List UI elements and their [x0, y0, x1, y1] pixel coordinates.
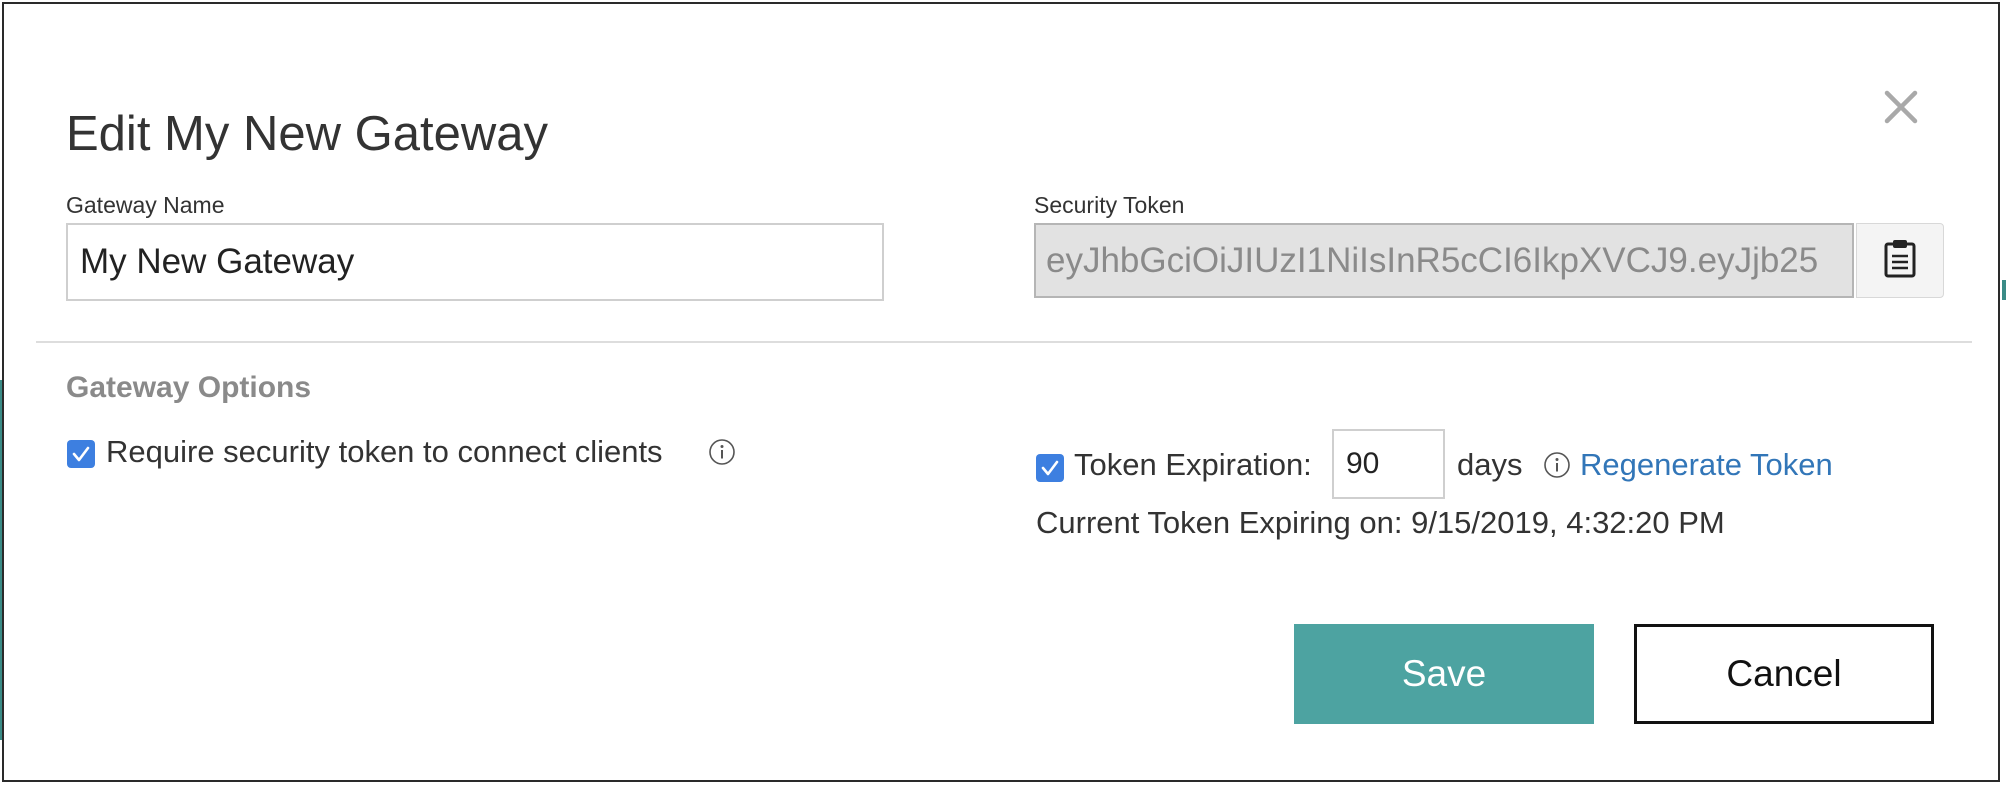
copy-token-button[interactable]: [1856, 223, 1944, 298]
close-icon: [1878, 90, 1924, 134]
info-icon[interactable]: [708, 438, 736, 466]
gateway-name-label: Gateway Name: [66, 192, 225, 218]
edit-gateway-dialog: Edit My New Gateway Gateway Name Securit…: [2, 2, 2000, 782]
dialog-title: Edit My New Gateway: [66, 107, 548, 161]
security-token-input[interactable]: [1034, 223, 1854, 298]
clipboard-icon: [1883, 238, 1917, 283]
token-expiration-label: Token Expiration:: [1074, 447, 1312, 482]
close-button[interactable]: [1878, 84, 1924, 130]
require-token-checkbox[interactable]: [67, 440, 95, 468]
save-button[interactable]: Save: [1294, 624, 1594, 724]
cancel-button[interactable]: Cancel: [1634, 624, 1934, 724]
days-unit-label: days: [1457, 447, 1523, 482]
background-strip: [2002, 280, 2006, 300]
gateway-name-input[interactable]: [66, 223, 884, 301]
security-token-label: Security Token: [1034, 192, 1185, 218]
gateway-options-heading: Gateway Options: [66, 371, 312, 404]
current-token-expiry: Current Token Expiring on: 9/15/2019, 4:…: [1036, 505, 1725, 540]
regenerate-token-link[interactable]: Regenerate Token: [1580, 447, 1833, 483]
info-icon[interactable]: [1543, 451, 1571, 479]
expiration-days-input[interactable]: [1332, 429, 1445, 499]
section-divider: [36, 341, 1972, 343]
require-token-label: Require security token to connect client…: [106, 434, 663, 469]
token-expiration-checkbox[interactable]: [1036, 454, 1064, 482]
